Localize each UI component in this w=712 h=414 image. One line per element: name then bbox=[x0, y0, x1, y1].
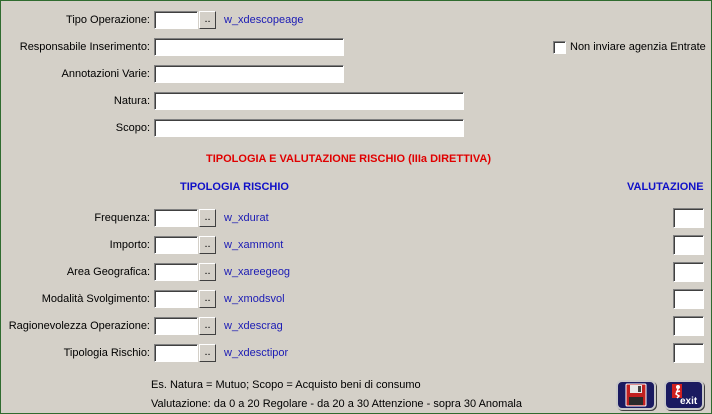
risk-row-label: Importo: bbox=[109, 239, 150, 251]
risk-row-lookup-button[interactable]: .. bbox=[199, 317, 216, 335]
risk-row-label: Frequenza: bbox=[94, 212, 150, 224]
note-valutazione: Valutazione: da 0 a 20 Regolare - da 20 … bbox=[151, 398, 522, 410]
risk-row-input[interactable] bbox=[154, 344, 198, 362]
risk-row-input[interactable] bbox=[154, 317, 198, 335]
risk-row-code: w_xareegeog bbox=[224, 266, 291, 278]
risk-row-score-input[interactable] bbox=[673, 289, 704, 309]
responsabile-input[interactable] bbox=[154, 38, 344, 56]
annotazioni-label: Annotazioni Varie: bbox=[61, 68, 150, 80]
natura-input[interactable] bbox=[154, 92, 464, 110]
risk-row-input[interactable] bbox=[154, 290, 198, 308]
risk-row-code: w_xdurat bbox=[224, 212, 269, 224]
scopo-input[interactable] bbox=[154, 119, 464, 137]
risk-row-label: Tipologia Rischio: bbox=[63, 347, 150, 359]
exit-label: exit bbox=[680, 396, 698, 407]
non-inviare-checkbox[interactable] bbox=[553, 41, 566, 54]
risk-row-code: w_xdescrag bbox=[224, 320, 283, 332]
risk-row-score-input[interactable] bbox=[673, 316, 704, 336]
risk-row-code: w_xdesctipor bbox=[224, 347, 289, 359]
responsabile-label: Responsabile Inserimento: bbox=[19, 41, 150, 53]
tipo-operazione-lookup-button[interactable]: .. bbox=[199, 11, 216, 29]
risk-row-input[interactable] bbox=[154, 209, 198, 227]
risk-row-label: Area Geografica: bbox=[66, 266, 150, 278]
risk-row-lookup-button[interactable]: .. bbox=[199, 290, 216, 308]
risk-row-label: Modalità Svolgimento: bbox=[41, 293, 150, 305]
floppy-disk-icon bbox=[625, 383, 647, 407]
risk-row-score-input[interactable] bbox=[673, 343, 704, 363]
risk-row-code: w_xammont bbox=[224, 239, 284, 251]
risk-row-code: w_xmodsvol bbox=[224, 293, 285, 305]
risk-row-lookup-button[interactable]: .. bbox=[199, 209, 216, 227]
annotazioni-input[interactable] bbox=[154, 65, 344, 83]
tipo-operazione-label: Tipo Operazione: bbox=[66, 14, 150, 26]
risk-row-lookup-button[interactable]: .. bbox=[199, 236, 216, 254]
non-inviare-label: Non inviare agenzia Entrate bbox=[570, 41, 706, 53]
tipo-operazione-code: w_xdescopeage bbox=[224, 14, 304, 26]
section-title: TIPOLOGIA E VALUTAZIONE RISCHIO (IIIa DI… bbox=[206, 153, 491, 165]
save-button[interactable] bbox=[616, 380, 656, 410]
form-window: Tipo Operazione: .. w_xdescopeage Respon… bbox=[0, 0, 712, 414]
scopo-label: Scopo: bbox=[115, 122, 150, 134]
risk-row-score-input[interactable] bbox=[673, 235, 704, 255]
exit-button[interactable]: exit bbox=[664, 380, 704, 410]
tipo-operazione-input[interactable] bbox=[154, 11, 198, 29]
risk-row-score-input[interactable] bbox=[673, 262, 704, 282]
risk-row-label: Ragionevolezza Operazione: bbox=[8, 320, 150, 332]
note-example: Es. Natura = Mutuo; Scopo = Acquisto ben… bbox=[151, 379, 421, 391]
natura-label: Natura: bbox=[113, 95, 150, 107]
risk-row-lookup-button[interactable]: .. bbox=[199, 263, 216, 281]
risk-row-score-input[interactable] bbox=[673, 208, 704, 228]
risk-row-input[interactable] bbox=[154, 236, 198, 254]
tipologia-rischio-header: TIPOLOGIA RISCHIO bbox=[180, 181, 289, 193]
valutazione-header: VALUTAZIONE bbox=[627, 181, 704, 193]
risk-row-lookup-button[interactable]: .. bbox=[199, 344, 216, 362]
risk-row-input[interactable] bbox=[154, 263, 198, 281]
